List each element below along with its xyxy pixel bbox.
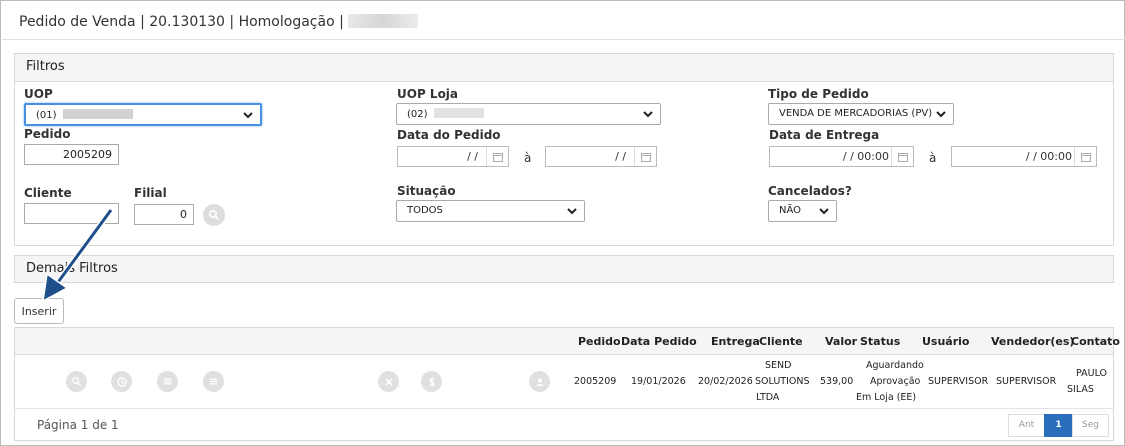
col-vendedores[interactable]: Vendedor(es) — [991, 335, 1074, 348]
data-pedido-from-input[interactable]: / / — [397, 146, 509, 167]
pager-status: Página 1 de 1 — [37, 418, 119, 432]
cell-contato-2: SILAS — [1067, 384, 1094, 395]
calendar-icon[interactable] — [634, 147, 656, 166]
redacted-text — [62, 109, 133, 119]
chevron-down-icon — [567, 208, 577, 215]
payment-button[interactable] — [421, 371, 442, 392]
cliente-label: Cliente — [24, 186, 72, 200]
pedido-input[interactable]: 2005209 — [24, 144, 119, 165]
situacao-label: Situação — [397, 184, 456, 198]
data-pedido-to-input[interactable]: / / — [545, 146, 657, 167]
filters-panel-title: Filtros — [15, 54, 1113, 82]
data-pedido-from-value: / / — [467, 150, 478, 163]
page-title-text: Pedido de Venda | 20.130130 | Homologaçã… — [19, 14, 344, 30]
filial-label: Filial — [134, 186, 167, 200]
pager-page-1[interactable]: 1 — [1044, 414, 1073, 437]
search-button[interactable] — [203, 204, 225, 226]
data-entrega-from-input[interactable]: / / 00:00 — [769, 146, 914, 167]
customer-button[interactable] — [529, 371, 550, 392]
cliente-input[interactable] — [24, 203, 119, 224]
filial-input[interactable]: 0 — [134, 204, 194, 225]
cell-vendedores: SUPERVISOR — [996, 376, 1057, 387]
col-status[interactable]: Status — [860, 335, 900, 348]
cancelados-select-value: NÃO — [779, 205, 802, 216]
tipo-pedido-select-value: VENDA DE MERCADORIAS (PV) — [779, 108, 933, 119]
redacted-text — [347, 14, 418, 28]
tipo-pedido-select[interactable]: VENDA DE MERCADORIAS (PV) — [768, 103, 954, 125]
data-pedido-to-value: / / — [615, 150, 626, 163]
dollar-icon — [428, 377, 435, 386]
history-button[interactable] — [111, 371, 132, 392]
pager-next-button[interactable]: Seg — [1072, 414, 1109, 437]
search-icon — [72, 377, 82, 387]
cancel-button[interactable] — [378, 371, 399, 392]
date-range-separator: à — [929, 151, 937, 165]
cancelados-select[interactable]: NÃO — [768, 200, 837, 222]
col-usuario[interactable]: Usuário — [922, 335, 970, 348]
calendar-icon[interactable] — [891, 147, 913, 166]
col-pedido[interactable]: Pedido — [578, 335, 621, 348]
history-icon — [116, 376, 127, 387]
cell-status-1: Aguardando — [866, 360, 924, 371]
search-icon — [208, 209, 220, 221]
col-data-pedido[interactable]: Data Pedido — [621, 335, 697, 348]
user-icon — [536, 378, 543, 386]
uop-loja-select-value: (02) — [407, 109, 428, 120]
tipo-pedido-label: Tipo de Pedido — [768, 87, 869, 101]
grid-header: Pedido Data Pedido Entrega Cliente Valor… — [15, 328, 1120, 355]
uop-select[interactable]: (01) — [24, 103, 262, 126]
col-contato[interactable]: Contato — [1071, 335, 1120, 348]
cell-pedido: 2005209 — [574, 376, 617, 387]
cell-status-2: Aprovação — [870, 376, 921, 387]
cell-cliente-3: LTDA — [756, 392, 780, 403]
calendar-icon[interactable] — [1074, 147, 1096, 166]
pedido-label: Pedido — [24, 127, 71, 141]
more-filters-title: Demais Filtros — [15, 256, 1113, 282]
data-entrega-from-value: / / 00:00 — [842, 150, 889, 163]
data-entrega-to-value: / / 00:00 — [1025, 150, 1072, 163]
app-frame: Pedido de Venda | 20.130130 | Homologaçã… — [0, 0, 1125, 446]
chevron-down-icon — [643, 111, 653, 118]
col-cliente[interactable]: Cliente — [759, 335, 803, 348]
cell-contato-1: PAULO — [1076, 368, 1108, 379]
uop-select-value: (01) — [36, 110, 57, 121]
cell-cliente-2: SOLUTIONS — [755, 376, 810, 387]
title-bar: Pedido de Venda | 20.130130 | Homologaçã… — [2, 2, 1125, 40]
col-valor[interactable]: Valor — [825, 335, 857, 348]
cell-data-pedido: 19/01/2026 — [631, 376, 686, 387]
date-range-separator: à — [524, 151, 532, 165]
close-icon — [384, 377, 393, 386]
situacao-select[interactable]: TODOS — [396, 200, 585, 222]
cell-cliente-1: SEND — [765, 360, 792, 371]
more-filters-panel[interactable]: Demais Filtros — [14, 255, 1114, 283]
col-entrega[interactable]: Entrega — [711, 335, 760, 348]
uop-label: UOP — [24, 87, 53, 101]
page-title: Pedido de Venda | 20.130130 | Homologaçã… — [19, 14, 418, 30]
cell-usuario: SUPERVISOR — [928, 376, 989, 387]
list-icon — [163, 378, 172, 385]
list-button[interactable] — [157, 371, 178, 392]
table-row[interactable]: 2005209 19/01/2026 20/02/2026 SEND SOLUT… — [15, 355, 1113, 409]
chevron-down-icon — [243, 112, 253, 119]
calendar-icon[interactable] — [486, 147, 508, 166]
list-icon — [209, 378, 218, 385]
chevron-down-icon — [936, 111, 946, 118]
cell-valor: 539,00 — [820, 376, 854, 387]
uop-loja-select[interactable]: (02) — [396, 103, 661, 125]
data-pedido-label: Data do Pedido — [397, 128, 501, 142]
results-grid: Pedido Data Pedido Entrega Cliente Valor… — [14, 327, 1120, 441]
uop-loja-label: UOP Loja — [397, 87, 459, 101]
pager-prev-button[interactable]: Ant — [1008, 414, 1045, 437]
cell-status-3: Em Loja (EE) — [856, 392, 917, 403]
items-button[interactable] — [203, 371, 224, 392]
situacao-select-value: TODOS — [407, 205, 443, 216]
chevron-down-icon — [819, 208, 829, 215]
view-button[interactable] — [66, 371, 87, 392]
redacted-text — [433, 108, 484, 118]
cancelados-label: Cancelados? — [768, 184, 852, 198]
insert-button[interactable]: Inserir — [14, 298, 64, 324]
data-entrega-to-input[interactable]: / / 00:00 — [951, 146, 1097, 167]
cell-entrega: 20/02/2026 — [698, 376, 753, 387]
data-entrega-label: Data de Entrega — [769, 128, 880, 142]
